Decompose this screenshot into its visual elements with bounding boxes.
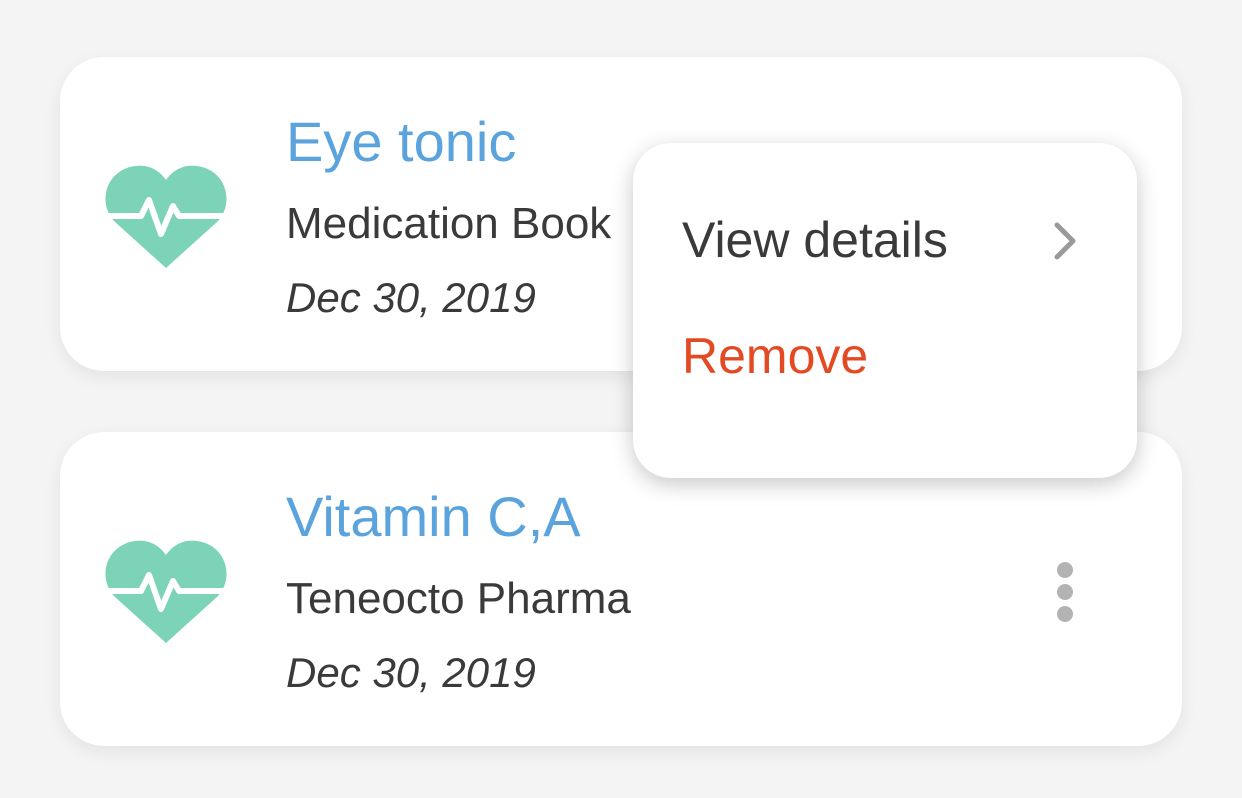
kebab-dot [1057,562,1073,578]
medication-date: Dec 30, 2019 [286,649,536,696]
view-details-menu-item[interactable]: View details [633,171,1137,311]
remove-menu-item[interactable]: Remove [633,315,1137,455]
medication-date: Dec 30, 2019 [286,274,536,321]
medication-name: Vitamin C,A [286,485,581,548]
chevron-right-icon [1054,222,1076,260]
kebab-dot [1057,606,1073,622]
more-vertical-icon[interactable] [1050,562,1080,622]
heart-pulse-icon [105,165,227,268]
medication-card[interactable]: Vitamin C,A Teneocto Pharma Dec 30, 2019 [60,432,1182,746]
heart-pulse-icon [105,540,227,643]
medication-name: Eye tonic [286,110,517,173]
remove-label: Remove [682,328,869,384]
context-menu: View details Remove [633,143,1137,478]
medication-company: Medication Book [286,199,612,248]
kebab-dot [1057,584,1073,600]
medication-company: Teneocto Pharma [286,574,631,623]
view-details-label: View details [682,212,948,268]
